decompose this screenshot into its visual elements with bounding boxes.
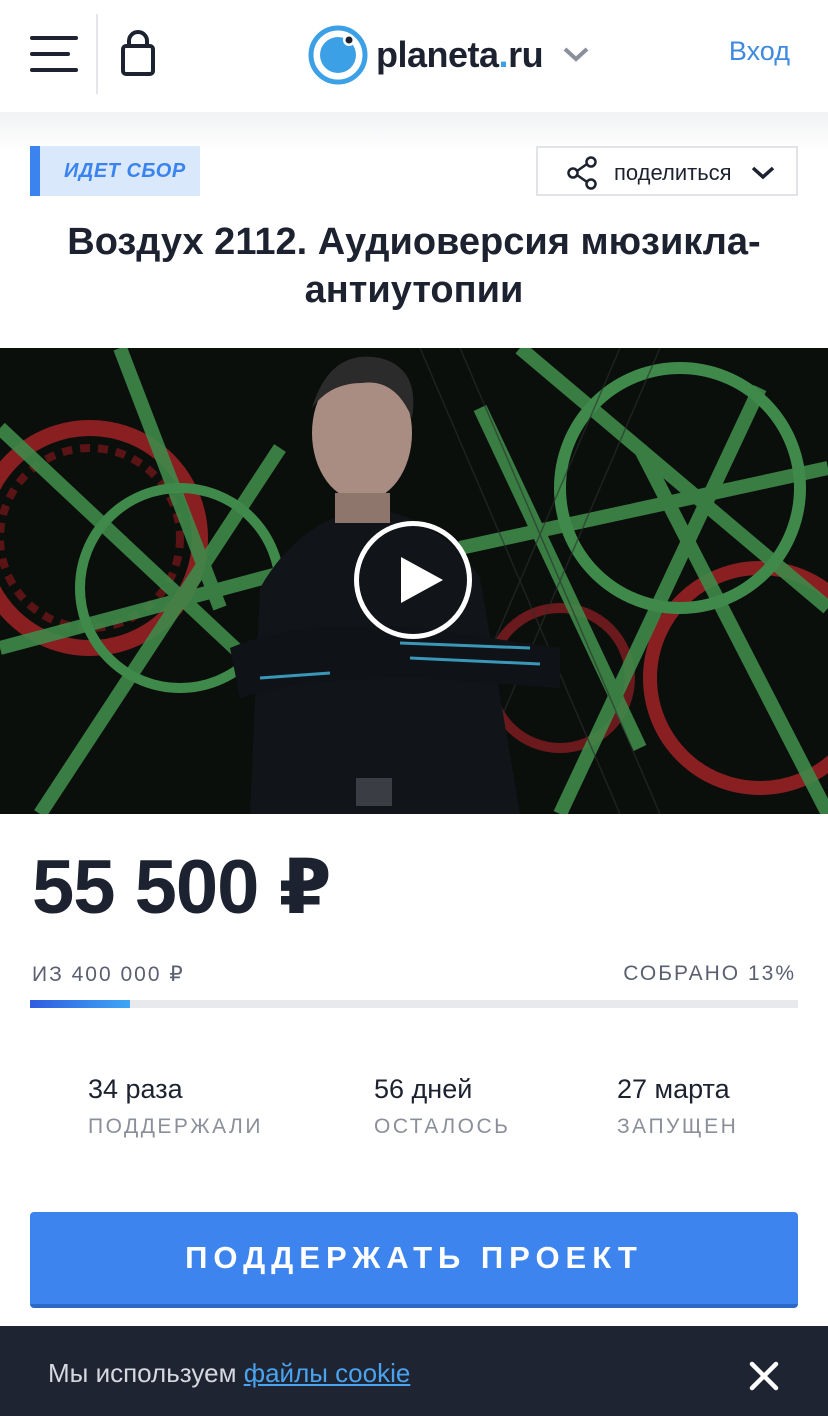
- play-button[interactable]: [354, 521, 472, 639]
- stat-launched: 27 марта ЗАПУЩЕН: [617, 1074, 738, 1139]
- top-header: planeta.ru Вход: [0, 0, 828, 112]
- share-icon: [567, 156, 597, 190]
- funding-progress-fill: [30, 1000, 130, 1008]
- cookie-text: Мы используем файлы cookie: [48, 1358, 411, 1388]
- chevron-down-icon: [751, 166, 775, 180]
- stat-value: 34 раза: [88, 1074, 183, 1104]
- goal-amount: ИЗ 400 000 ₽: [32, 963, 185, 986]
- status-badge: ИДЕТ СБОР: [30, 146, 200, 196]
- project-title: Воздух 2112. Аудиоверсия мюзикла-антиуто…: [67, 221, 761, 311]
- cookie-banner: Мы используем файлы cookie: [0, 1326, 828, 1416]
- header-divider: [96, 14, 98, 94]
- stat-value: 27 марта: [617, 1074, 730, 1104]
- stat-caption: ПОДДЕРЖАЛИ: [88, 1115, 263, 1138]
- collected-amount: 55 500 ₽: [32, 845, 331, 930]
- cookie-policy-link[interactable]: файлы cookie: [244, 1358, 411, 1388]
- stat-value: 56 дней: [374, 1074, 473, 1104]
- shopping-bag-icon[interactable]: [118, 30, 158, 78]
- share-label: поделиться: [614, 160, 732, 185]
- support-project-button[interactable]: ПОДДЕРЖАТЬ ПРОЕКТ: [30, 1212, 798, 1308]
- chevron-down-icon[interactable]: [562, 44, 590, 64]
- support-button-label: ПОДДЕРЖАТЬ ПРОЕКТ: [185, 1240, 643, 1275]
- status-badge-label: ИДЕТ СБОР: [64, 159, 186, 182]
- funding-progress-bar: [30, 1000, 798, 1008]
- stat-days-left: 56 дней ОСТАЛОСЬ: [374, 1074, 510, 1139]
- share-button[interactable]: поделиться: [536, 146, 798, 196]
- stat-caption: ОСТАЛОСЬ: [374, 1115, 511, 1138]
- play-icon: [401, 557, 443, 603]
- collected-percent: СОБРАНО 13%: [623, 962, 796, 985]
- logo-text: planeta.ru: [376, 34, 544, 75]
- stat-caption: ЗАПУЩЕН: [617, 1115, 739, 1138]
- planeta-logo-icon: [308, 25, 368, 85]
- login-link[interactable]: Вход: [729, 36, 790, 67]
- stat-backers: 34 раза ПОДДЕРЖАЛИ: [88, 1074, 263, 1139]
- planeta-logo[interactable]: planeta.ru: [306, 20, 544, 90]
- close-icon[interactable]: [748, 1360, 780, 1392]
- hamburger-menu-icon[interactable]: [30, 34, 80, 74]
